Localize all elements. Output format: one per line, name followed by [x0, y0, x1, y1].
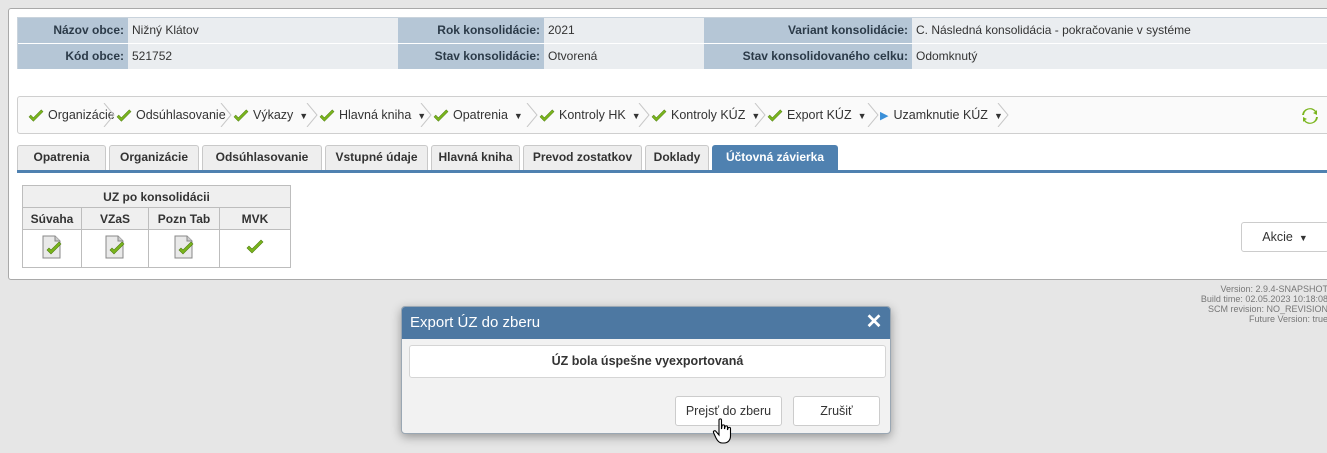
zrusit-button[interactable]: Zrušiť	[793, 396, 880, 426]
stav-value: Otvorená	[544, 44, 704, 69]
workflow-step-label: Export KÚZ	[787, 108, 852, 122]
document-check-icon[interactable]	[102, 235, 128, 259]
workflow-step-odsúhlasovanie[interactable]: Odsúhlasovanie	[116, 97, 226, 133]
check-icon	[539, 108, 559, 122]
modal-message: ÚZ bola úspešne vyexportovaná	[409, 345, 886, 378]
tab-2[interactable]: Organizácie	[109, 145, 199, 170]
col-mvk: MVK	[219, 207, 291, 230]
col-pozn-tab: Pozn Tab	[148, 207, 220, 230]
version-info: Version: 2.9.4-SNAPSHOT Build time: 02.0…	[1201, 284, 1327, 324]
caret-down-icon: ▼	[1298, 232, 1308, 243]
uz-table: UZ po konsolidácii Súvaha VZaS Pozn Tab …	[22, 185, 291, 268]
check-icon	[28, 108, 48, 122]
workflow-step-label: Kontroly HK	[559, 108, 626, 122]
tab-bar: Opatrenia Organizácie Odsúhlasovanie Vstupn…	[17, 145, 1327, 173]
stav-celku-label: Stav konsolidovaného celku:	[704, 44, 912, 69]
workflow-bar: Organizácie Odsúhlasovanie Výkazy ▼ Hlavná k…	[17, 96, 1327, 134]
main-panel: Názov obce: Nižný Klátov Rok konsolidáci…	[8, 8, 1327, 280]
consolidation-info: Názov obce: Nižný Klátov Rok konsolidáci…	[17, 17, 1327, 69]
workflow-step-label: Uzamknutie KÚZ	[893, 108, 988, 122]
check-icon	[433, 108, 453, 122]
variant-value: C. Následná konsolidácia - pokračovanie …	[912, 18, 1327, 43]
col-suvaha: Súvaha	[22, 207, 82, 230]
version-line: Version: 2.9.4-SNAPSHOT	[1220, 284, 1327, 294]
col-vzas: VZaS	[81, 207, 149, 230]
kod-obce-label: Kód obce:	[18, 44, 128, 69]
nazov-obce-label: Názov obce:	[18, 18, 128, 43]
workflow-step-label: Odsúhlasovanie	[136, 108, 226, 122]
close-icon[interactable]: ✕	[864, 312, 884, 332]
scm-revision-line: SCM revision: NO_REVISION	[1207, 304, 1327, 314]
workflow-step-opatrenia[interactable]: Opatrenia ▼	[433, 97, 523, 133]
workflow-step-hlavná-kniha[interactable]: Hlavná kniha ▼	[319, 97, 426, 133]
chevron-separator-icon	[997, 103, 1009, 127]
tab-4[interactable]: Vstupné údaje	[325, 145, 428, 170]
suvaha-doc-cell[interactable]	[22, 229, 82, 268]
tab-7[interactable]: Doklady	[645, 145, 709, 170]
check-icon	[651, 108, 671, 122]
rok-label: Rok konsolidácie:	[398, 18, 544, 43]
pozn-tab-doc-cell[interactable]	[148, 229, 220, 268]
refresh-icon[interactable]	[1301, 97, 1319, 133]
check-icon	[767, 108, 787, 122]
workflow-step-uzamknutie-kúz[interactable]: ▶ Uzamknutie KÚZ ▼	[880, 97, 1003, 133]
stav-celku-value: Odomknutý	[912, 44, 1327, 69]
nazov-obce-value: Nižný Klátov	[128, 18, 398, 43]
workflow-step-label: Hlavná kniha	[339, 108, 412, 122]
vzas-doc-cell[interactable]	[81, 229, 149, 268]
modal-header: Export ÚZ do zberu	[402, 307, 890, 339]
export-modal: Export ÚZ do zberu ✕ ÚZ bola úspešne vye…	[401, 306, 891, 434]
document-check-icon[interactable]	[171, 235, 197, 259]
workflow-step-výkazy[interactable]: Výkazy ▼	[233, 97, 308, 133]
tab-5[interactable]: Hlavná kniha	[431, 145, 520, 170]
workflow-step-kontroly-kúz[interactable]: Kontroly KÚZ ▼	[651, 97, 760, 133]
workflow-step-label: Výkazy	[253, 108, 294, 122]
caret-down-icon: ▼	[513, 110, 523, 121]
check-icon	[233, 108, 253, 122]
workflow-step-kontroly-hk[interactable]: Kontroly HK ▼	[539, 97, 641, 133]
workflow-step-label: Opatrenia	[453, 108, 508, 122]
mvk-check-cell	[219, 229, 291, 268]
hand-cursor-icon	[712, 418, 732, 444]
uz-group-header: UZ po konsolidácii	[22, 185, 291, 208]
akcie-label: Akcie	[1262, 230, 1293, 244]
check-icon	[116, 108, 136, 122]
tab-8[interactable]: Účtovná závierka	[712, 145, 838, 170]
workflow-step-label: Kontroly KÚZ	[671, 108, 746, 122]
modal-title: Export ÚZ do zberu	[410, 314, 541, 331]
future-version-line: Future Version: true	[1248, 314, 1327, 324]
rok-value: 2021	[544, 18, 704, 43]
tab-1[interactable]: Opatrenia	[17, 145, 106, 170]
build-time-line: Build time: 02.05.2023 10:18:08	[1200, 294, 1327, 304]
workflow-step-export-kúz[interactable]: Export KÚZ ▼	[767, 97, 867, 133]
document-check-icon[interactable]	[39, 235, 65, 259]
check-icon	[319, 108, 339, 122]
akcie-dropdown-button[interactable]: Akcie ▼	[1241, 222, 1327, 252]
stav-label: Stav konsolidácie:	[398, 44, 544, 69]
kod-obce-value: 521752	[128, 44, 398, 69]
check-icon	[246, 239, 264, 254]
play-icon: ▶	[880, 109, 889, 122]
tab-3[interactable]: Odsúhlasovanie	[202, 145, 322, 170]
tab-6[interactable]: Prevod zostatkov	[523, 145, 642, 170]
variant-label: Variant konsolidácie:	[704, 18, 912, 43]
